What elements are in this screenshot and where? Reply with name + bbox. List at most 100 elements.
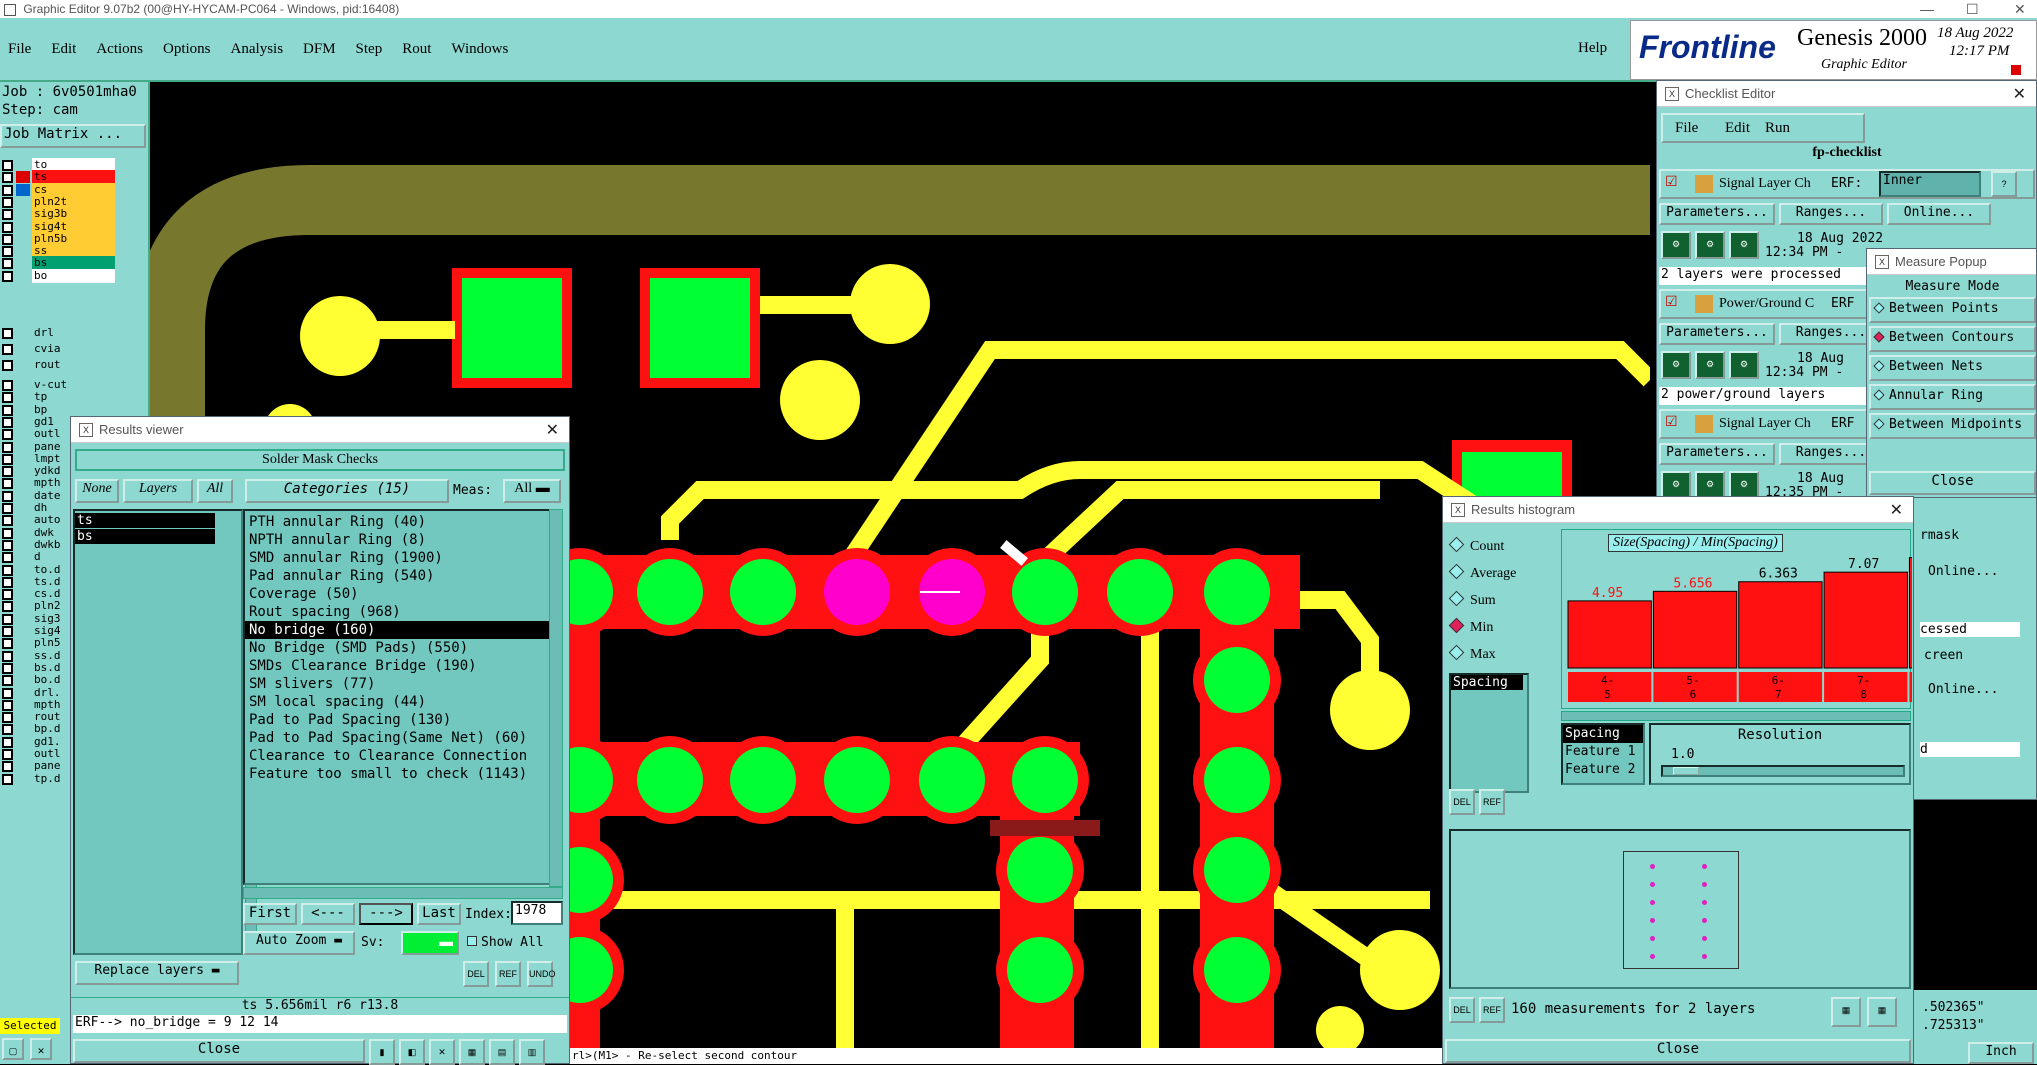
hist-ref-icon[interactable]: REF	[1479, 789, 1505, 815]
pad[interactable]	[730, 559, 796, 625]
run-icon[interactable]: ⚙	[1661, 231, 1691, 259]
rv-layer-item[interactable]: ts	[75, 513, 215, 528]
pad[interactable]	[1204, 747, 1270, 813]
online-button[interactable]: Online...	[1887, 203, 1991, 225]
checklist-close-icon[interactable]: ✕	[2013, 84, 2026, 104]
pad[interactable]	[1007, 937, 1073, 1003]
parameters-button[interactable]: Parameters...	[1659, 203, 1775, 225]
pad[interactable]	[1012, 747, 1078, 813]
pad[interactable]	[1204, 559, 1270, 625]
resolution-slider-thumb[interactable]	[1673, 767, 1699, 775]
pad[interactable]	[730, 747, 796, 813]
measure-mode-option[interactable]: Between Contours	[1869, 326, 2036, 352]
rv-chart-icon[interactable]: ▥	[519, 1039, 545, 1065]
pad[interactable]	[1012, 559, 1078, 625]
rv-tool-icon[interactable]: ▮	[369, 1039, 395, 1065]
erf-field[interactable]: Inner	[1879, 171, 1981, 197]
rv-tool-icon[interactable]: ◧	[399, 1039, 425, 1065]
category-item[interactable]: Clearance to Clearance Connection	[245, 747, 561, 765]
next-button[interactable]: --->	[359, 903, 413, 925]
hist-bar[interactable]	[1567, 600, 1652, 669]
run-icon[interactable]: ⚙	[1695, 471, 1725, 499]
categories-list[interactable]: PTH annular Ring (40) NPTH annular Ring (…	[243, 509, 563, 885]
layer-checkbox[interactable]	[2, 360, 13, 371]
job-matrix-button[interactable]: Job Matrix ...	[0, 124, 146, 148]
pad[interactable]	[824, 559, 890, 625]
tool-icon-2[interactable]: ✕	[30, 1038, 52, 1060]
histogram-close-button[interactable]: Close	[1445, 1039, 1911, 1063]
pad[interactable]	[1107, 559, 1173, 625]
hist-footer-ref-icon[interactable]: REF	[1479, 997, 1505, 1023]
category-item[interactable]: Pad annular Ring (540)	[245, 567, 561, 585]
category-item[interactable]: Pad to Pad Spacing (130)	[245, 711, 561, 729]
pad[interactable]	[1204, 937, 1270, 1003]
replace-layers-select[interactable]: Replace layers ▬	[75, 961, 239, 985]
layer-items-list[interactable]: ts bs	[73, 509, 243, 955]
unit-select[interactable]: Inch	[1968, 1042, 2034, 1064]
category-item[interactable]: SMDs Clearance Bridge (190)	[245, 657, 561, 675]
measure-mode-option[interactable]: Between Midpoints	[1869, 413, 2036, 439]
undo-icon[interactable]: UNDO	[527, 961, 556, 987]
hist-field-list[interactable]: Spacing	[1449, 673, 1529, 793]
hist-field-item[interactable]: Spacing	[1451, 675, 1523, 690]
hist-feature-item[interactable]: Spacing	[1563, 725, 1643, 743]
maximize-icon[interactable]: ☐	[1966, 0, 1979, 18]
last-button[interactable]: Last	[417, 903, 461, 925]
category-item[interactable]: SM slivers (77)	[245, 675, 561, 693]
del-icon[interactable]: DEL	[463, 961, 489, 987]
results-viewer-close-icon[interactable]: ✕	[546, 420, 559, 440]
layer-checkbox[interactable]	[2, 773, 13, 785]
none-button[interactable]: None	[75, 479, 119, 503]
hist-option-max[interactable]: Max	[1451, 647, 1496, 663]
measure-mode-option[interactable]: Between Nets	[1869, 355, 2036, 381]
measure-mode-option[interactable]: Annular Ring	[1869, 384, 2036, 410]
check-mark-icon[interactable]: ☑	[1665, 173, 1678, 190]
layer-row[interactable]: rout	[0, 358, 150, 373]
pad[interactable]	[824, 747, 890, 813]
menu-item[interactable]: Options	[163, 41, 211, 58]
menu-item[interactable]: Rout	[402, 41, 431, 58]
ref-icon[interactable]: REF	[495, 961, 521, 987]
right-fragment[interactable]: Online...	[1928, 682, 1998, 697]
checklist-menu-file[interactable]: File	[1675, 120, 1698, 137]
menu-item[interactable]: Analysis	[231, 41, 284, 58]
parameters-button[interactable]: Parameters...	[1659, 323, 1775, 345]
hist-feature-item[interactable]: Feature 2	[1563, 761, 1643, 779]
pad[interactable]	[919, 747, 985, 813]
checklist-menu-run[interactable]: Run	[1765, 120, 1790, 137]
rv-layer-item[interactable]: bs	[75, 529, 215, 544]
resolution-slider[interactable]	[1661, 765, 1905, 777]
minimize-icon[interactable]: —	[1920, 0, 1934, 18]
all-button[interactable]: All	[197, 479, 233, 503]
layer-checkbox[interactable]	[2, 328, 13, 339]
layer-row[interactable]: drl	[0, 326, 150, 341]
categories-hscrollbar[interactable]	[243, 887, 563, 899]
pad[interactable]	[1204, 837, 1270, 903]
run-icon[interactable]: ⚙	[1729, 231, 1759, 259]
run-icon[interactable]: ⚙	[1661, 471, 1691, 499]
category-item[interactable]: No Bridge (SMD Pads) (550)	[245, 639, 561, 657]
hist-option-count[interactable]: Count	[1451, 539, 1504, 555]
prev-button[interactable]: <---	[301, 903, 355, 925]
results-close-button[interactable]: Close	[73, 1039, 365, 1063]
checklist-menu-edit[interactable]: Edit	[1725, 120, 1750, 137]
hist-option-average[interactable]: Average	[1451, 566, 1516, 582]
layer-checkbox[interactable]	[2, 270, 13, 282]
menu-item[interactable]: Step	[356, 41, 383, 58]
hist-hscrollbar[interactable]	[1561, 711, 1911, 721]
hist-option-sum[interactable]: Sum	[1451, 593, 1496, 609]
hist-bar[interactable]	[1652, 590, 1738, 669]
hist-feature-item[interactable]: Feature 1	[1563, 743, 1643, 761]
first-button[interactable]: First	[243, 903, 297, 925]
ranges-button[interactable]: Ranges...	[1779, 203, 1883, 225]
category-item[interactable]: NPTH annular Ring (8)	[245, 531, 561, 549]
pad[interactable]	[1204, 647, 1270, 713]
rv-tool-icon[interactable]: ▤	[489, 1039, 515, 1065]
check-mark-icon[interactable]: ☑	[1665, 293, 1678, 310]
close-icon[interactable]: ✕	[2014, 0, 2026, 18]
hist-bar[interactable]	[1823, 571, 1908, 669]
measure-close-button[interactable]: Close	[1869, 471, 2036, 495]
category-item[interactable]: PTH annular Ring (40)	[245, 513, 561, 531]
menu-help[interactable]: Help	[1578, 40, 1607, 57]
rv-tool-icon[interactable]: ✕	[429, 1039, 455, 1065]
